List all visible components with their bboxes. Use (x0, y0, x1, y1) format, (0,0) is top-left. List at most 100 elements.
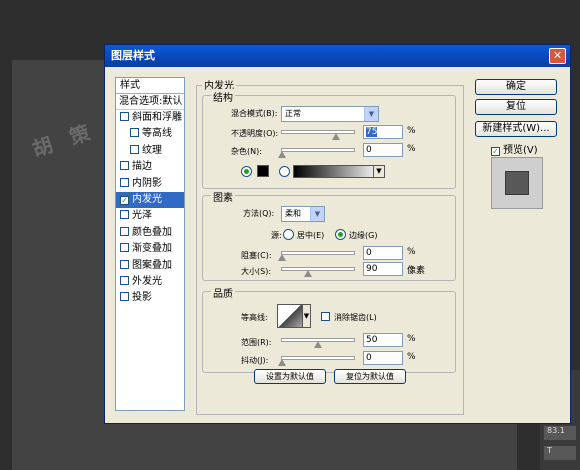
style-checkbox[interactable] (120, 243, 129, 253)
antialias-checkbox[interactable] (321, 312, 330, 321)
style-checkbox[interactable] (120, 161, 129, 171)
structure-group: 结构 混合模式(B): 正常 ▼ 不透明度(O): 75 % 杂色(N): 0 … (202, 89, 456, 189)
noise-slider[interactable] (278, 148, 355, 158)
style-item-label: 外发光 (132, 275, 162, 287)
style-item-label: 纹理 (142, 144, 162, 156)
style-checkbox[interactable] (130, 128, 139, 138)
noise-label: 杂色(N): (231, 147, 262, 156)
center-radio[interactable] (283, 229, 294, 240)
center-label[interactable]: 居中(E) (297, 230, 324, 241)
size-slider[interactable] (281, 267, 355, 277)
style-checkbox[interactable] (120, 226, 129, 236)
style-items: 斜面和浮雕等高线纹理描边内阴影 ✓ 内发光 光泽颜色叠加渐变叠加图案叠加外发光投影 (116, 110, 184, 307)
style-checkbox[interactable] (130, 144, 139, 154)
style-checkbox[interactable] (120, 210, 129, 220)
range-unit: % (407, 334, 416, 344)
style-item[interactable]: 光泽 (116, 208, 184, 224)
size-label: 大小(S): (241, 267, 272, 276)
chevron-down-icon[interactable]: ▼ (373, 165, 385, 178)
style-item-label: 投影 (132, 292, 152, 304)
opacity-value: 75 (366, 127, 378, 137)
choke-input[interactable]: 0 (363, 246, 403, 260)
edge-radio[interactable] (335, 229, 346, 240)
gradient-radio[interactable] (279, 166, 290, 177)
make-default-button[interactable]: 设置为默认值 (254, 369, 326, 384)
chevron-down-icon: ▼ (364, 107, 378, 121)
size-slider-thumb[interactable] (303, 270, 312, 277)
noise-input[interactable]: 0 (363, 143, 403, 157)
choke-slider-thumb[interactable] (278, 254, 286, 261)
quality-group: 品质 等高线: ▼ 消除锯齿(L) 范围(R): 50 % 抖动(J): 0 % (202, 285, 456, 373)
chevron-down-icon[interactable]: ▼ (302, 304, 311, 328)
new-style-button[interactable]: 新建样式(W)... (475, 121, 557, 137)
jitter-slider[interactable] (278, 356, 355, 366)
style-item[interactable]: 等高线 (116, 126, 184, 142)
contour-preview[interactable] (277, 304, 303, 328)
solid-color-radio[interactable] (241, 166, 252, 177)
method-select[interactable]: 柔和 ▼ (281, 206, 325, 222)
style-item[interactable]: 外发光 (116, 274, 184, 290)
style-item-label: 光泽 (132, 210, 152, 222)
style-item[interactable]: 内阴影 (116, 176, 184, 192)
preview-toggle[interactable]: ✓ 预览(V) (491, 141, 538, 156)
opacity-label: 不透明度(O): (231, 129, 279, 138)
style-item[interactable]: 描边 (116, 159, 184, 175)
blend-mode-select[interactable]: 正常 ▼ (281, 106, 379, 122)
chevron-down-icon: ▼ (310, 207, 324, 221)
style-item[interactable]: ✓ 内发光 (116, 191, 184, 209)
style-item[interactable]: 图案叠加 (116, 258, 184, 274)
size-input[interactable]: 90 (363, 262, 403, 276)
reset-button[interactable]: 复位 (475, 99, 557, 115)
styles-header[interactable]: 样式 (116, 78, 184, 94)
opacity-slider-thumb[interactable] (332, 133, 340, 140)
style-item-label: 颜色叠加 (132, 226, 172, 238)
style-checkbox[interactable] (120, 177, 129, 187)
blend-mode-value: 正常 (285, 109, 301, 118)
range-slider[interactable] (281, 338, 355, 348)
noise-slider-thumb[interactable] (278, 151, 286, 158)
inner-glow-panel: 内发光 结构 混合模式(B): 正常 ▼ 不透明度(O): 75 % 杂色(N)… (196, 77, 464, 415)
ok-button[interactable]: 确定 (475, 79, 557, 95)
style-item[interactable]: 渐变叠加 (116, 241, 184, 257)
jitter-label: 抖动(J): (241, 356, 269, 365)
style-item-label: 渐变叠加 (132, 243, 172, 255)
style-preview (491, 157, 543, 209)
preview-checkbox[interactable]: ✓ (491, 147, 500, 156)
opacity-unit: % (407, 126, 416, 136)
edge-label[interactable]: 边缘(G) (349, 230, 377, 241)
style-checkbox[interactable] (120, 292, 129, 302)
quality-title: 品质 (211, 285, 235, 300)
style-checkbox[interactable] (120, 275, 129, 285)
range-input[interactable]: 50 (363, 333, 403, 347)
opacity-input[interactable]: 75 (363, 125, 403, 139)
style-item[interactable]: 投影 (116, 290, 184, 306)
choke-slider[interactable] (278, 251, 355, 261)
style-item-label: 等高线 (142, 128, 172, 140)
choke-label: 阻塞(C): (241, 251, 272, 260)
layer-style-dialog: 图层样式 ✕ 样式 混合选项:默认 斜面和浮雕 等高线 纹理 描边 内阴影 ✓ 内发光 光泽颜… (104, 44, 571, 424)
jitter-slider-thumb[interactable] (278, 359, 286, 366)
range-label: 范围(R): (241, 338, 272, 347)
close-button[interactable]: ✕ (549, 48, 566, 64)
antialias-label[interactable]: 消除锯齿(L) (334, 312, 377, 323)
style-checkbox[interactable] (120, 112, 129, 121)
method-label: 方法(Q): (243, 209, 275, 218)
contour-label: 等高线: (241, 313, 268, 322)
style-item[interactable]: 颜色叠加 (116, 225, 184, 241)
jitter-input[interactable]: 0 (363, 351, 403, 365)
style-item-label: 图案叠加 (132, 259, 172, 271)
elements-group: 图素 方法(Q): 柔和 ▼ 源: 居中(E) 边缘(G) 阻塞(C): 0 %… (202, 189, 456, 281)
style-item[interactable]: 斜面和浮雕 (116, 110, 184, 126)
style-item[interactable]: 纹理 (116, 143, 184, 159)
reset-default-button[interactable]: 复位为默认值 (334, 369, 406, 384)
preview-thumbnail (505, 171, 529, 195)
type-tool-icon[interactable]: T (544, 446, 576, 460)
style-checkbox[interactable] (120, 259, 129, 269)
style-item-label: 描边 (132, 161, 152, 173)
glow-color-swatch[interactable] (257, 165, 269, 177)
opacity-slider[interactable] (281, 130, 355, 140)
blending-options-item[interactable]: 混合选项:默认 (116, 94, 184, 110)
gradient-picker[interactable] (293, 165, 381, 178)
style-checkbox[interactable]: ✓ (120, 195, 129, 205)
range-slider-thumb[interactable] (314, 341, 322, 348)
